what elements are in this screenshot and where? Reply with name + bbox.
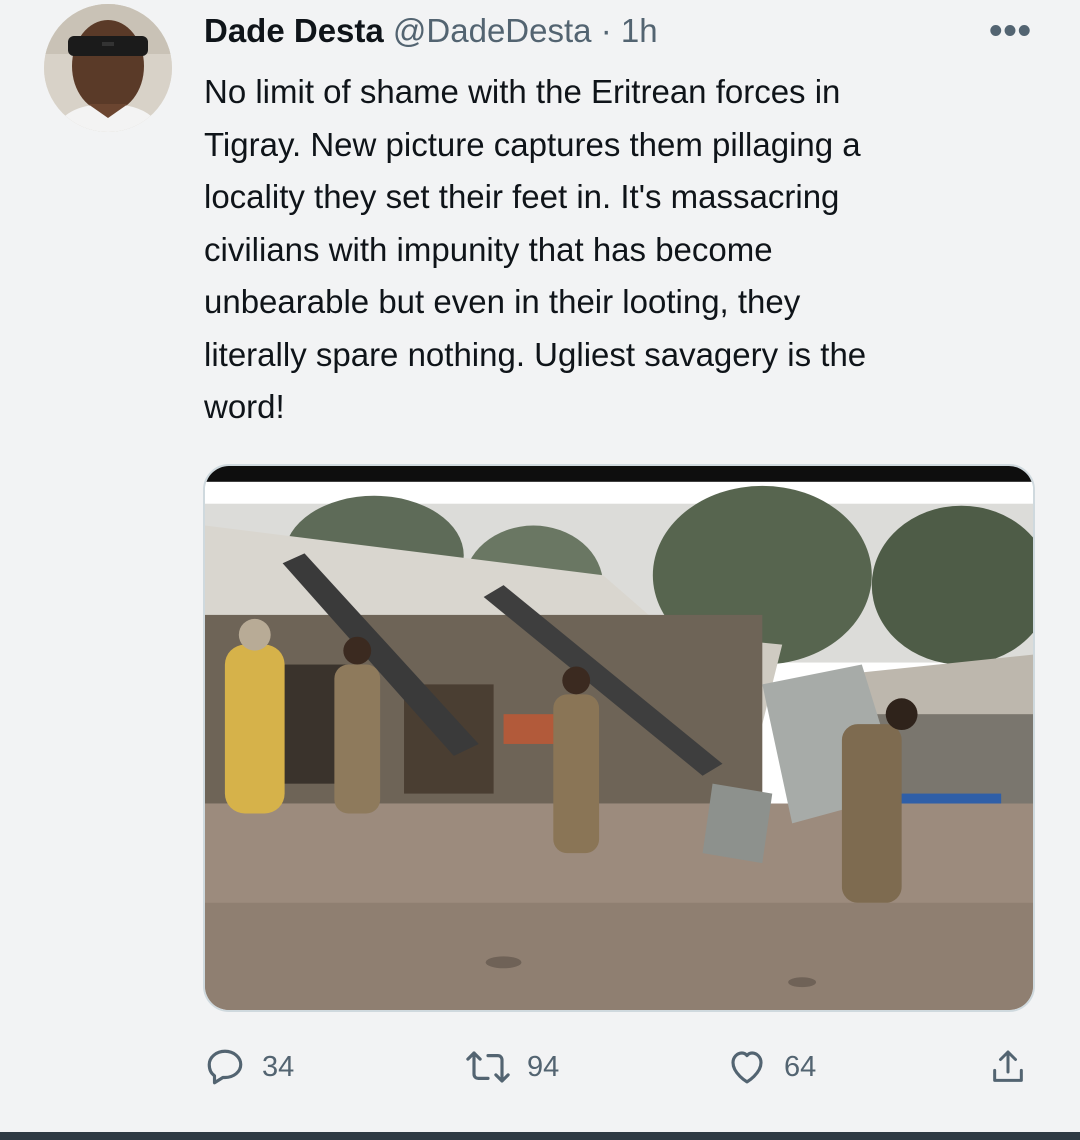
- reply-count: 34: [262, 1050, 295, 1083]
- media-photo: [205, 466, 1033, 1010]
- retweet-button[interactable]: 94: [465, 1046, 559, 1088]
- display-name[interactable]: Dade Desta: [204, 12, 384, 49]
- reply-icon: [207, 1049, 243, 1085]
- share-button[interactable]: [988, 1046, 1028, 1088]
- tweet: Dade Desta @DadeDesta · 1h ••• No limit …: [0, 0, 1080, 1132]
- share-icon: [993, 1050, 1023, 1082]
- more-icon[interactable]: •••: [989, 10, 1032, 53]
- avatar-photo: [44, 4, 172, 132]
- tweet-text: No limit of shame with the Eritrean forc…: [204, 73, 867, 425]
- retweet-count: 94: [527, 1050, 560, 1083]
- separator-dot: ·: [600, 12, 612, 49]
- avatar[interactable]: [44, 4, 172, 132]
- reply-button[interactable]: 34: [204, 1046, 294, 1088]
- retweet-icon: [466, 1051, 510, 1083]
- action-bar: 34 94 64: [0, 1046, 1080, 1106]
- user-handle[interactable]: @DadeDesta: [393, 12, 592, 49]
- tweet-media[interactable]: [203, 464, 1035, 1012]
- timestamp[interactable]: 1h: [621, 12, 658, 49]
- heart-icon: [731, 1051, 763, 1084]
- like-count: 64: [784, 1050, 817, 1083]
- like-button[interactable]: 64: [726, 1046, 816, 1088]
- tweet-header: Dade Desta @DadeDesta · 1h: [204, 12, 658, 50]
- bottom-bar: [0, 1132, 1080, 1140]
